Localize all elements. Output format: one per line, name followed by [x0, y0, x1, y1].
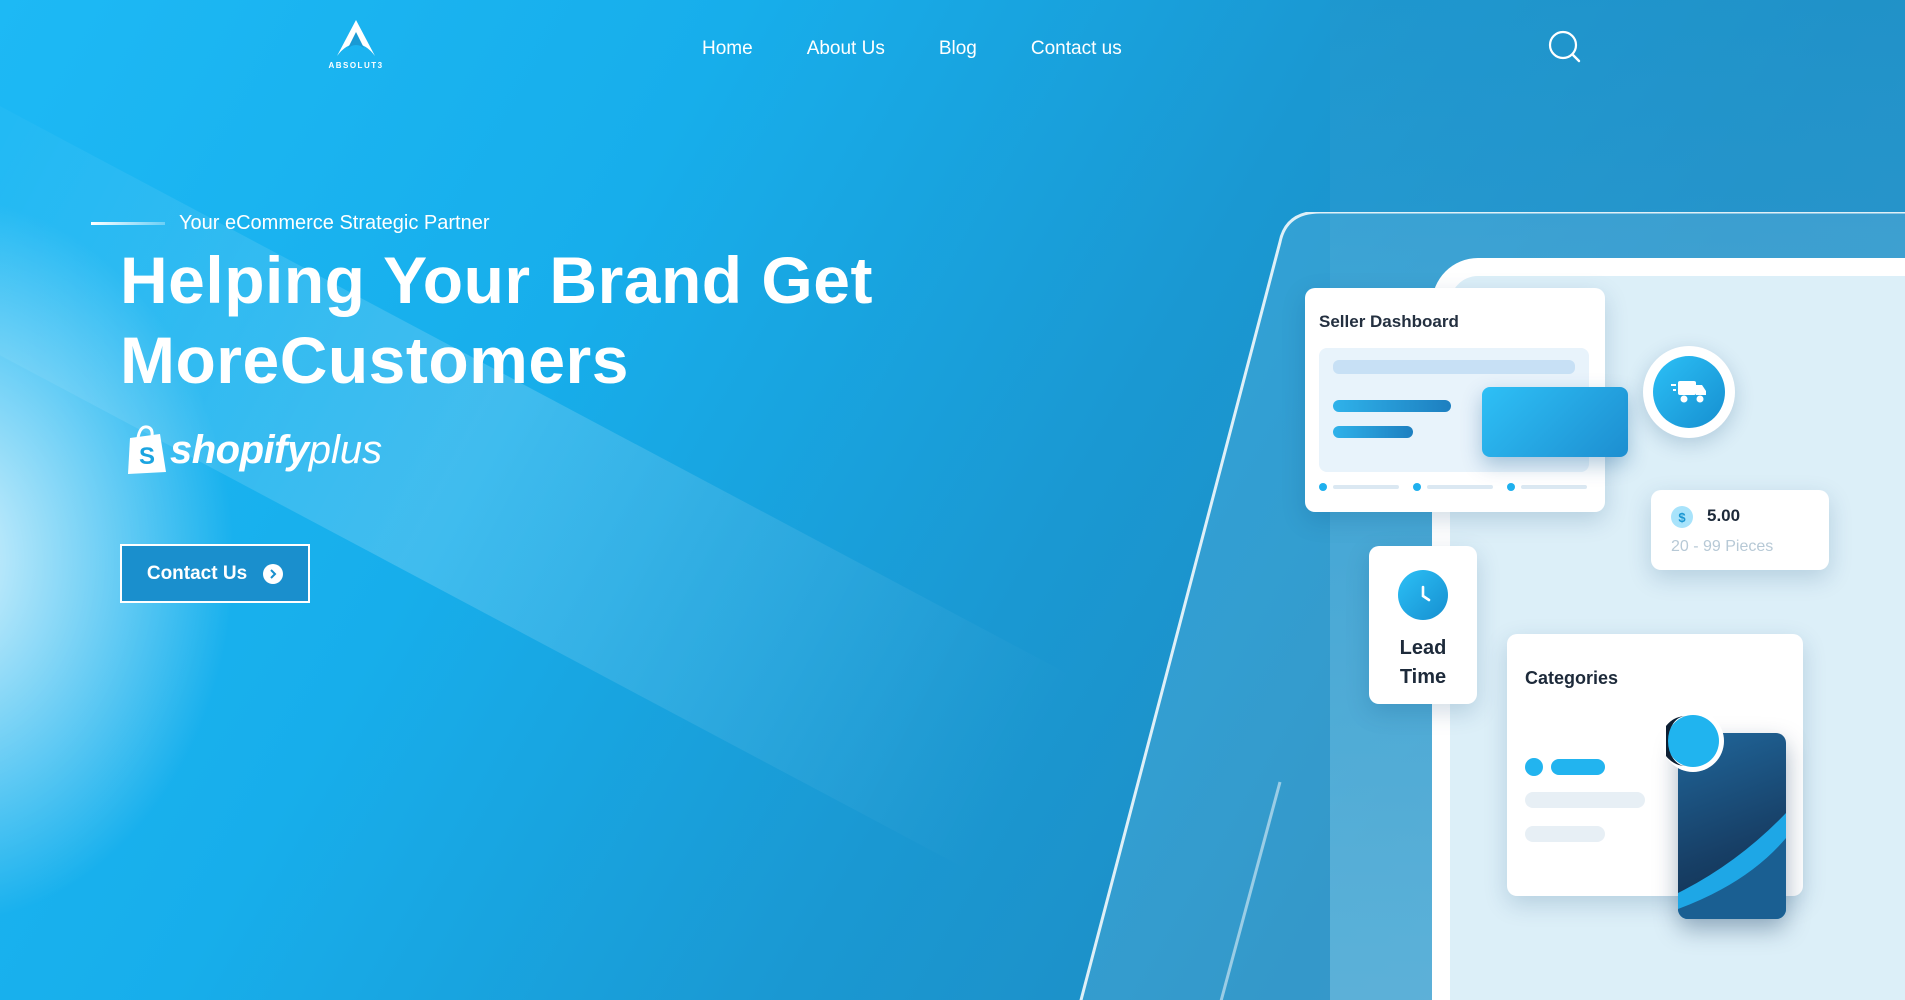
- shopify-plus-logo: S shopify plus: [124, 424, 382, 476]
- tagline-accent-line: [91, 222, 165, 225]
- dashboard-highlight-block: [1482, 387, 1628, 457]
- placeholder-bar: [1333, 400, 1451, 412]
- main-nav: Home About Us Blog Contact us: [702, 38, 1122, 60]
- price-range: 20 - 99 Pieces: [1671, 538, 1774, 555]
- brand-logo[interactable]: ABSOLUT3: [324, 18, 388, 76]
- chevron-right-icon: [263, 563, 284, 584]
- logo-mark-icon: [337, 20, 375, 56]
- nav-item-home[interactable]: Home: [702, 38, 753, 60]
- contact-us-button[interactable]: Contact Us: [120, 544, 310, 603]
- shopify-plus-suffix: plus: [308, 427, 383, 472]
- hero-tagline: Your eCommerce Strategic Partner: [179, 212, 490, 234]
- pagination-dots: [1319, 483, 1587, 491]
- contact-us-button-label: Contact Us: [146, 562, 248, 584]
- clock-icon: [1398, 570, 1448, 620]
- categories-title: Categories: [1525, 668, 1619, 688]
- price-value: 5.00: [1707, 506, 1741, 525]
- moon-badge-icon: [1662, 710, 1724, 772]
- logo-text: ABSOLUT3: [328, 61, 384, 70]
- seller-dashboard-title: Seller Dashboard: [1319, 312, 1459, 331]
- headline-line1: Helping Your Brand Get: [120, 243, 873, 317]
- price-card: $ 5.00 20 - 99 Pieces: [1651, 490, 1829, 570]
- headline-line2-regular: More: [120, 323, 280, 397]
- shopify-word: shopify: [170, 427, 309, 472]
- placeholder-bar: [1333, 360, 1575, 374]
- nav-item-contact-us[interactable]: Contact us: [1031, 38, 1122, 60]
- search-button[interactable]: [1548, 30, 1582, 64]
- delivery-badge: [1643, 346, 1735, 438]
- svg-text:S: S: [139, 443, 155, 470]
- hero-headline: Helping Your Brand Get MoreCustomers: [120, 240, 873, 400]
- delivery-truck-icon: [1671, 381, 1706, 403]
- lead-time-card: Lead Time: [1369, 546, 1477, 704]
- category-placeholder-rows: [1525, 758, 1645, 842]
- nav-item-blog[interactable]: Blog: [939, 38, 977, 60]
- placeholder-bar: [1333, 426, 1413, 438]
- shopify-bag-icon: S: [128, 425, 166, 474]
- lead-time-label: Lead Time: [1399, 637, 1447, 688]
- search-icon: [1548, 30, 1581, 63]
- headline-line2-bold: Customers: [279, 323, 629, 397]
- dollar-coin-icon: $: [1671, 506, 1693, 528]
- hero-page: ABSOLUT3 Home About Us Blog Contact us Y…: [0, 0, 1905, 1000]
- nav-item-about-us[interactable]: About Us: [807, 38, 885, 60]
